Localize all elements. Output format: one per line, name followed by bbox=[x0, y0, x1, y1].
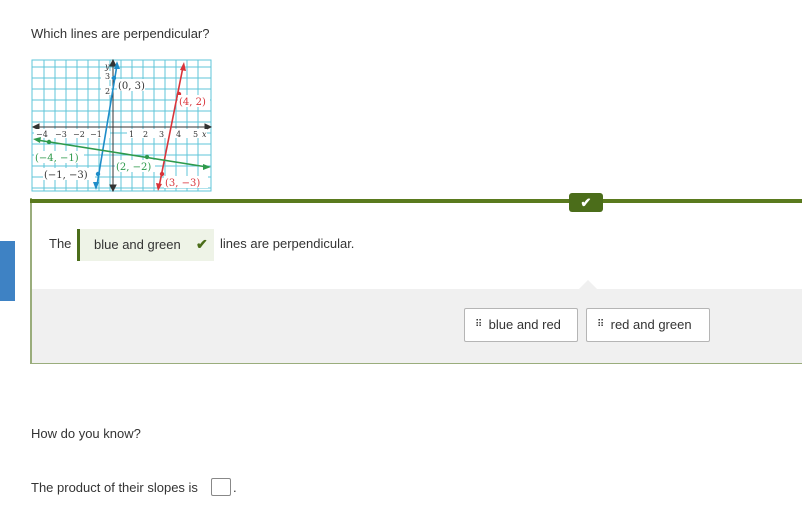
x-tick-3: 3 bbox=[159, 130, 164, 139]
x-tick-2: 2 bbox=[143, 130, 148, 139]
x-tick-1: 1 bbox=[129, 130, 134, 139]
choice-blue-and-red[interactable]: ⠿ blue and red bbox=[464, 308, 578, 342]
sentence-prefix: The bbox=[49, 236, 72, 251]
y-tick-2: 2 bbox=[105, 87, 110, 96]
product-prompt: The product of their slopes is bbox=[31, 480, 198, 495]
point-label-0-3: (0, 3) bbox=[118, 81, 145, 92]
x-tick-5: 5 bbox=[193, 130, 198, 139]
y-axis-label: y bbox=[104, 62, 110, 71]
point-label-2-neg2: (2, −2) bbox=[116, 162, 151, 173]
choice-red-and-green[interactable]: ⠿ red and green bbox=[586, 308, 710, 342]
sentence-suffix: lines are perpendicular. bbox=[220, 236, 355, 251]
answer-topline bbox=[30, 199, 802, 203]
x-tick-neg2: −2 bbox=[73, 130, 85, 139]
drag-handle-icon: ⠿ bbox=[475, 319, 482, 330]
drag-handle-icon: ⠿ bbox=[597, 319, 604, 330]
correct-check-icon: ✔ bbox=[196, 236, 208, 252]
check-icon: ✔ bbox=[580, 195, 592, 210]
tray-notch bbox=[578, 280, 598, 290]
point-label-neg4-neg1: (−4, −1) bbox=[35, 153, 79, 164]
point-label-3-neg3: (3, −3) bbox=[165, 178, 200, 189]
y-tick-labels: y 3 2 bbox=[104, 62, 110, 96]
choice-label: red and green bbox=[610, 317, 692, 332]
slope-product-input[interactable] bbox=[211, 478, 231, 496]
period-text: . bbox=[233, 480, 237, 495]
x-tick-4: 4 bbox=[176, 130, 181, 139]
x-tick-neg3: −3 bbox=[55, 130, 67, 139]
correct-check-badge: ✔ bbox=[569, 193, 603, 212]
choice-label: blue and red bbox=[488, 317, 561, 332]
selected-answer[interactable]: blue and green bbox=[94, 237, 181, 252]
question-text: Which lines are perpendicular? bbox=[31, 26, 210, 41]
followup-question: How do you know? bbox=[31, 426, 141, 441]
coordinate-graph: −4 −3 −2 −1 1 2 3 4 5 x y 3 2 (0, 3) (4,… bbox=[31, 59, 212, 192]
x-axis-label: x bbox=[202, 130, 207, 139]
side-tab[interactable] bbox=[0, 241, 15, 301]
x-tick-neg4: −4 bbox=[36, 130, 48, 139]
x-tick-neg1: −1 bbox=[90, 130, 102, 139]
point-label-neg1-neg3: (−1, −3) bbox=[44, 170, 88, 181]
point-label-4-2: (4, 2) bbox=[179, 97, 206, 108]
y-tick-3: 3 bbox=[105, 72, 110, 81]
